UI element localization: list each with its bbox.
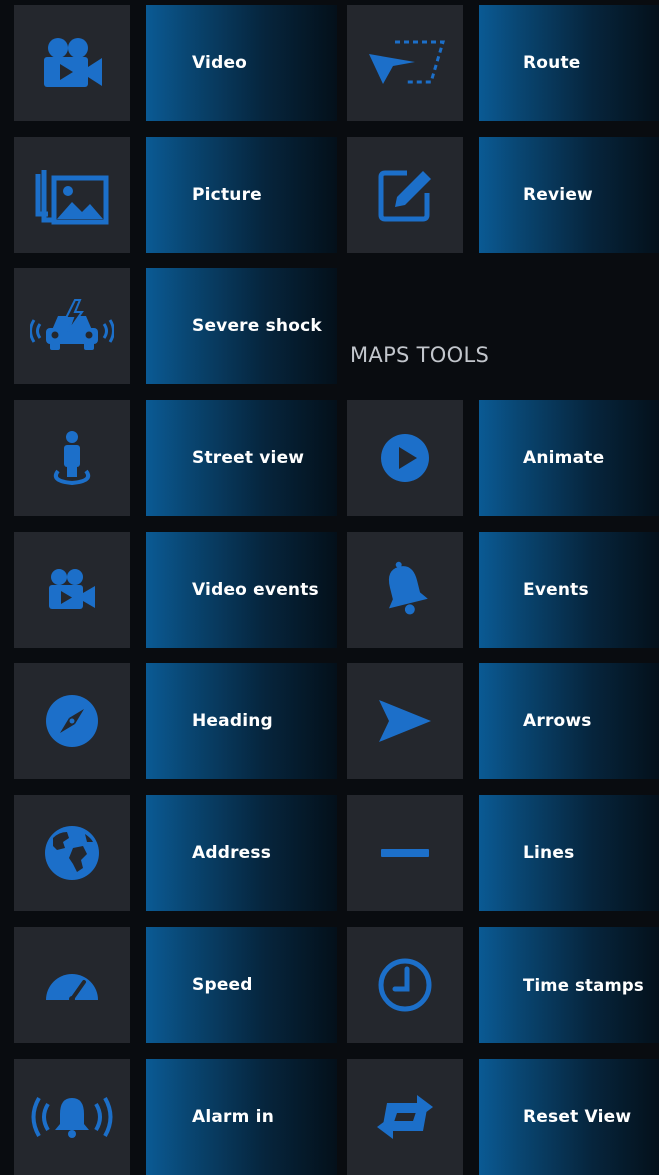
alarm-bell-icon: [14, 1059, 130, 1175]
video-camera-small-icon: [14, 532, 130, 648]
tool-label-box[interactable]: Video events: [146, 532, 337, 648]
tool-animate[interactable]: Animate: [347, 400, 659, 516]
tool-label: Review: [523, 185, 593, 205]
street-view-person-icon: [14, 400, 130, 516]
tool-label: Picture: [192, 185, 262, 205]
tool-label: Alarm in: [192, 1107, 275, 1127]
tool-label-box[interactable]: Alarm in: [146, 1059, 337, 1175]
tool-label: Arrows: [523, 711, 592, 731]
tool-street-view[interactable]: Street view: [14, 400, 337, 516]
tool-label-box[interactable]: Time stamps: [479, 927, 659, 1043]
tool-video-events[interactable]: Video events: [14, 532, 337, 648]
tool-events[interactable]: Events: [347, 532, 659, 648]
tool-arrows[interactable]: Arrows: [347, 663, 659, 779]
tool-label-box[interactable]: Animate: [479, 400, 659, 516]
tool-label: Route: [523, 53, 581, 73]
tool-label-box[interactable]: Street view: [146, 400, 337, 516]
tool-speed[interactable]: Speed: [14, 927, 337, 1043]
car-crash-icon: [14, 268, 130, 384]
tool-label: Lines: [523, 843, 575, 863]
tool-review[interactable]: Review: [347, 137, 659, 253]
compass-icon: [14, 663, 130, 779]
video-camera-icon: [14, 5, 130, 121]
clock-icon: [347, 927, 463, 1043]
tool-heading[interactable]: Heading: [14, 663, 337, 779]
tool-label-box[interactable]: Heading: [146, 663, 337, 779]
tool-label-box[interactable]: Route: [479, 5, 659, 121]
picture-gallery-icon: [14, 137, 130, 253]
tool-label: Severe shock: [192, 316, 322, 336]
tool-route[interactable]: Route: [347, 5, 659, 121]
globe-icon: [14, 795, 130, 911]
tool-alarm-in[interactable]: Alarm in: [14, 1059, 337, 1175]
line-icon: [347, 795, 463, 911]
tool-label: Animate: [523, 448, 605, 468]
arrow-pointer-icon: [347, 663, 463, 779]
tool-label: Events: [523, 580, 589, 600]
play-circle-icon: [347, 400, 463, 516]
edit-square-icon: [347, 137, 463, 253]
tool-label: Address: [192, 843, 272, 863]
tool-picture[interactable]: Picture: [14, 137, 337, 253]
bell-icon: [347, 532, 463, 648]
tool-label-box[interactable]: Reset View: [479, 1059, 659, 1175]
tool-label-box[interactable]: Severe shock: [146, 268, 337, 384]
tool-label-box[interactable]: Events: [479, 532, 659, 648]
tool-label: Video: [192, 53, 248, 73]
tool-label: Heading: [192, 711, 273, 731]
tool-severe-shock[interactable]: Severe shock: [14, 268, 337, 384]
tool-label-box[interactable]: Review: [479, 137, 659, 253]
tool-label: Time stamps: [523, 975, 644, 995]
tool-time-stamps[interactable]: Time stamps: [347, 927, 659, 1043]
tool-video[interactable]: Video: [14, 5, 337, 121]
reset-view-icon: [347, 1059, 463, 1175]
tool-address[interactable]: Address: [14, 795, 337, 911]
tool-reset-view[interactable]: Reset View: [347, 1059, 659, 1175]
tool-lines[interactable]: Lines: [347, 795, 659, 911]
tool-label-box[interactable]: Video: [146, 5, 337, 121]
tool-label-box[interactable]: Lines: [479, 795, 659, 911]
tool-label-box[interactable]: Speed: [146, 927, 337, 1043]
route-arrow-icon: [347, 5, 463, 121]
tool-label-box[interactable]: Picture: [146, 137, 337, 253]
maps-tools-heading: MAPS TOOLS: [350, 343, 490, 367]
tool-label: Speed: [192, 975, 253, 995]
tool-label: Street view: [192, 448, 305, 468]
tool-label: Video events: [192, 580, 319, 600]
tool-label: Reset View: [523, 1107, 632, 1127]
tool-label-box[interactable]: Address: [146, 795, 337, 911]
tool-label-box[interactable]: Arrows: [479, 663, 659, 779]
speedometer-icon: [14, 927, 130, 1043]
